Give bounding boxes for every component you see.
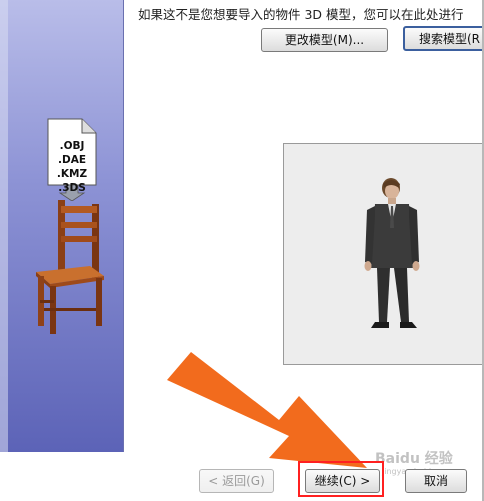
file-document-icon: .OBJ .DAE .KMZ .3DS [44, 115, 100, 202]
file-type-obj: .OBJ [59, 140, 85, 152]
search-model-button[interactable]: 搜索模型(R [403, 26, 484, 51]
person-model-icon [364, 178, 420, 328]
next-button-highlight [298, 461, 384, 497]
person-model-preview [357, 176, 427, 336]
file-type-3ds: .3DS [58, 182, 86, 194]
cancel-button[interactable]: 取消 [405, 469, 467, 493]
file-type-dae: .DAE [57, 154, 86, 166]
change-model-button[interactable]: 更改模型(M)... [261, 28, 388, 52]
back-button[interactable]: < 返回(G) [199, 469, 274, 493]
chair-model-icon [28, 196, 108, 336]
wizard-banner: .OBJ .DAE .KMZ .3DS [0, 0, 124, 452]
info-prompt-text: 如果这不是您想要导入的物件 3D 模型，您可以在此处进行 [138, 7, 464, 22]
watermark-logo: Baidu 经验 [375, 451, 453, 467]
banner-edge [0, 0, 8, 452]
chair-icon [36, 200, 104, 334]
file-type-kmz: .KMZ [56, 168, 88, 180]
